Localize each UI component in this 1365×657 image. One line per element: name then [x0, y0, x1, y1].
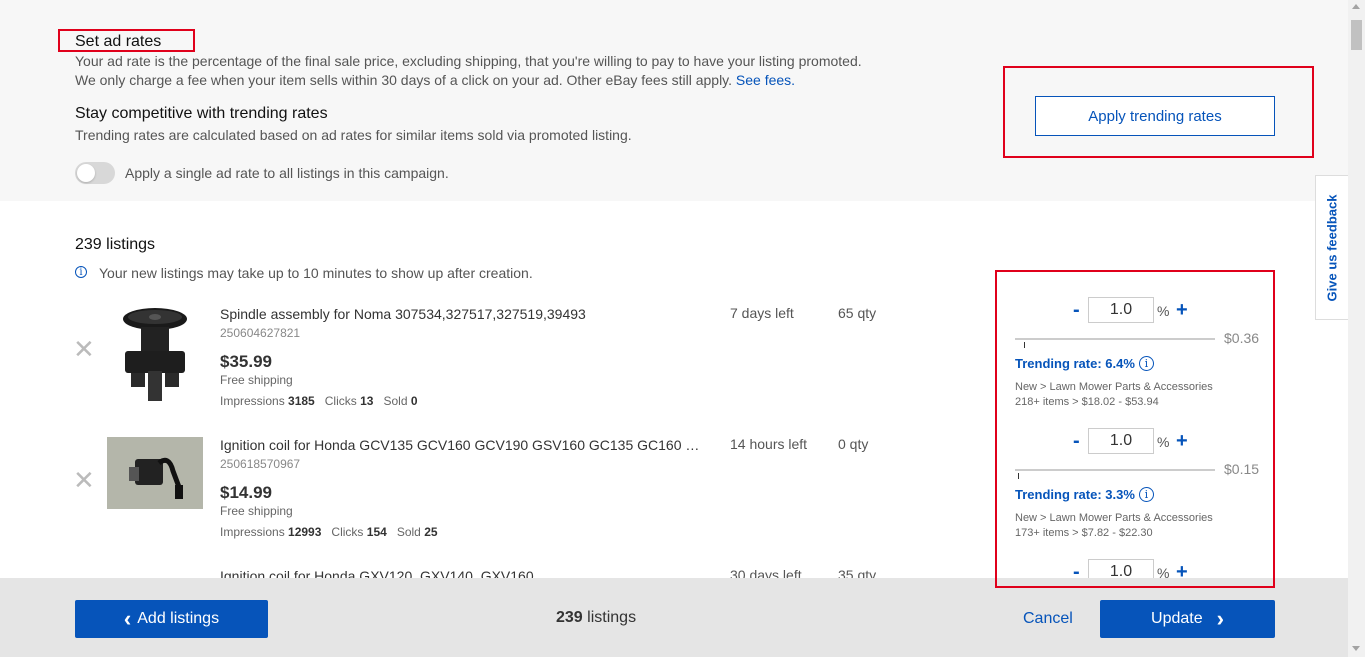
clicks-value: 154 — [366, 525, 387, 539]
footer-count-suffix: listings — [587, 609, 637, 626]
listings-notice: Your new listings may take up to 10 minu… — [99, 265, 533, 281]
highlight-box-title — [58, 29, 195, 52]
info-icon: i — [75, 266, 87, 278]
listing-price: $14.99 — [220, 483, 272, 502]
footer-listings-count: 239 listings — [556, 609, 636, 627]
add-listings-label: Add listings — [137, 610, 220, 627]
trending-rates-title: Stay competitive with trending rates — [75, 105, 328, 122]
listing-item-id: 250604627821 — [220, 326, 301, 340]
product-image — [107, 303, 203, 403]
sold-value: 25 — [424, 525, 438, 539]
product-image — [107, 437, 203, 509]
see-fees-link[interactable]: See fees. — [736, 72, 795, 88]
add-listings-button[interactable]: ‹ Add listings — [75, 600, 268, 638]
give-feedback-tab[interactable]: Give us feedback — [1315, 175, 1348, 320]
listing-qty: 65 qty — [838, 305, 877, 321]
impressions-value: 12993 — [288, 525, 322, 539]
impressions-value: 3185 — [288, 394, 315, 408]
sold-label: Sold — [383, 394, 408, 408]
sold-label: Sold — [396, 525, 421, 539]
footer-count-number: 239 — [556, 609, 583, 626]
single-rate-toggle-label: Apply a single ad rate to all listings i… — [125, 165, 449, 181]
listing-shipping: Free shipping — [220, 373, 293, 387]
sold-value: 0 — [410, 394, 418, 408]
give-feedback-label: Give us feedback — [1324, 194, 1340, 301]
ad-rate-desc-line2: We only charge a fee when your item sell… — [75, 71, 862, 90]
ad-rate-desc-line2-text: We only charge a fee when your item sell… — [75, 72, 733, 88]
ad-rate-description: Your ad rate is the percentage of the fi… — [75, 52, 862, 90]
toggle-knob — [77, 164, 95, 182]
listing-time-left: 14 hours left — [730, 436, 808, 452]
listing-qty: 0 qty — [838, 436, 869, 452]
listing-title[interactable]: Spindle assembly for Noma 307534,327517,… — [220, 306, 710, 322]
update-label: Update — [1151, 610, 1203, 627]
spindle-image — [123, 308, 187, 401]
clicks-value: 13 — [360, 394, 374, 408]
listing-price: $35.99 — [220, 352, 272, 371]
highlight-box-ad-rates — [995, 270, 1275, 588]
remove-listing-icon[interactable]: ✕ — [73, 467, 95, 493]
listing-item-id: 250618570967 — [220, 457, 301, 471]
ad-rate-desc-line1: Your ad rate is the percentage of the fi… — [75, 53, 862, 69]
listings-count: 239 listings — [75, 236, 156, 253]
impressions-label: Impressions — [220, 525, 285, 539]
clicks-label: Clicks — [331, 525, 364, 539]
scroll-down-icon[interactable] — [1352, 646, 1360, 651]
ignition-coil-image — [107, 437, 203, 509]
listing-stats: Impressions 12993 Clicks 154 Sold 25 — [220, 525, 438, 539]
cancel-button[interactable]: Cancel — [1023, 610, 1073, 628]
listing-stats: Impressions 3185 Clicks 13 Sold 0 — [220, 394, 418, 408]
listing-title[interactable]: Ignition coil for Honda GCV135 GCV160 GC… — [220, 437, 710, 453]
clicks-label: Clicks — [324, 394, 357, 408]
chevron-right-icon: › — [1216, 606, 1224, 631]
update-button[interactable]: Update › — [1100, 600, 1275, 638]
scroll-up-icon[interactable] — [1352, 4, 1360, 9]
remove-listing-icon[interactable]: ✕ — [73, 336, 95, 362]
highlight-box-apply-trending — [1003, 66, 1314, 158]
page-scrollbar[interactable] — [1348, 0, 1365, 657]
trending-rates-description: Trending rates are calculated based on a… — [75, 127, 632, 143]
single-rate-toggle[interactable] — [75, 162, 115, 184]
scroll-thumb[interactable] — [1351, 20, 1362, 50]
impressions-label: Impressions — [220, 394, 285, 408]
listing-time-left: 7 days left — [730, 305, 794, 321]
chevron-left-icon: ‹ — [123, 606, 132, 631]
listing-shipping: Free shipping — [220, 504, 293, 518]
